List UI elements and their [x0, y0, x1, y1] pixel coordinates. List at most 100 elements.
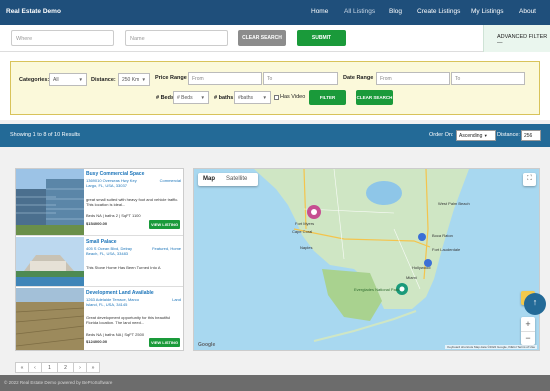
results-distance-label: Distance: [497, 132, 520, 138]
listing-type: Land [172, 297, 181, 302]
listing-title[interactable]: Small Palace [86, 239, 117, 245]
name-input[interactable]: Name [125, 30, 228, 46]
pager-page-1[interactable]: 1 [41, 362, 58, 373]
listing-photo[interactable] [16, 169, 84, 236]
listing-specs: Beds NA | baths NA | SqFT 2500 [86, 332, 145, 337]
listing-address: 1369010 Overseas Hwy Key Largo, FL, USA,… [86, 178, 137, 188]
beds-label: # Beds [156, 95, 175, 101]
pager-next[interactable]: › [73, 362, 87, 373]
map-label-fort-lauderdale: Fort Lauderdale [432, 247, 461, 252]
zoom-out-button[interactable]: − [521, 331, 535, 345]
price-from-input[interactable]: From [188, 72, 262, 85]
pager-page-2[interactable]: 2 [57, 362, 74, 373]
nav-blog[interactable]: Blog [389, 8, 402, 15]
listing-photo[interactable] [16, 237, 84, 287]
distance-select[interactable]: 250 Km ▼ [118, 73, 150, 86]
filter-button[interactable]: FILTER [309, 90, 346, 105]
chevron-down-icon: ▼ [200, 95, 205, 100]
listing-specs: Beds NA | baths 2 | SqFT 1100 [86, 213, 141, 218]
has-video-checkbox[interactable] [274, 95, 279, 100]
results-distance-select[interactable]: 256 [521, 130, 541, 141]
top-navbar: Real Estate Demo Home All Listings Blog … [0, 0, 550, 25]
order-label: Order On: [429, 132, 454, 138]
nav-home[interactable]: Home [311, 8, 328, 15]
chevron-down-icon: ▼ [483, 133, 488, 138]
advanced-filter-panel: Categories: All ▼ Distance: 250 Km ▼ Price… [0, 52, 550, 120]
chevron-down-icon: ▼ [78, 77, 83, 82]
map-label-miami: Miami [406, 275, 417, 280]
clear-search-button[interactable]: CLEAR SEARCH [238, 30, 286, 46]
nav-all-listings[interactable]: All Listings [344, 8, 375, 15]
date-range-label: Date Range [343, 75, 374, 81]
tab-satellite[interactable]: Satellite [226, 176, 247, 182]
where-input[interactable]: Where [11, 30, 114, 46]
has-video-label: Has Video [280, 94, 306, 100]
submit-button[interactable]: SUBMIT [297, 30, 346, 46]
map-panel[interactable]: Map Satellite ⛶ Fort Myers Cape Coral We… [193, 168, 540, 351]
map-attribution[interactable]: Keyboard shortcuts Map data ©2022 Google… [445, 345, 537, 349]
zoom-in-button[interactable]: + [521, 317, 535, 331]
order-select[interactable]: Ascending ▼ [456, 130, 496, 141]
footer: © 2022 Real Estate Demo powered by BePro… [0, 375, 550, 391]
search-bar: Where Name CLEAR SEARCH SUBMIT [0, 25, 550, 52]
listings-panel: Busy Commercial Space 1369010 Overseas H… [15, 168, 184, 351]
tab-map[interactable]: Map [203, 176, 215, 182]
baths-label: # baths [214, 95, 234, 101]
listing-title[interactable]: Development Land Available [86, 290, 154, 296]
pager-last[interactable]: » [86, 362, 100, 373]
map-type-control: Map Satellite [198, 173, 258, 186]
distance-label: Distance: [91, 77, 116, 83]
chevron-down-icon: ▼ [141, 77, 146, 82]
listing-price: $154000.00 [86, 221, 108, 226]
listing-type: Commercial [159, 178, 181, 183]
listing-address: 405 S Ocean Blvd, Delray Beach, FL, USA,… [86, 246, 133, 256]
results-summary: Showing 1 to 8 of 10 Results [10, 132, 81, 138]
listing-card[interactable]: Development Land Available 1263 Adelaide… [16, 288, 183, 351]
listing-photo[interactable] [16, 288, 84, 351]
beds-select[interactable]: # Beds ▼ [173, 91, 209, 104]
nav-my-listings[interactable]: My Listings [471, 8, 504, 15]
categories-select[interactable]: All ▼ [49, 73, 87, 86]
map-label-cape-coral: Cape Coral [292, 229, 313, 234]
listing-description: This Stone Home Has Been Turned Into A [86, 265, 161, 270]
listing-address: 1263 Adelaide Terrace, Marco Island, FL,… [86, 297, 140, 307]
google-logo: Google [198, 342, 216, 348]
brand-logo[interactable]: Real Estate Demo [6, 8, 61, 15]
footer-copyright: © 2022 Real Estate Demo powered by BePro… [4, 380, 113, 385]
price-range-label: Price Range [155, 75, 187, 81]
view-listing-button[interactable]: VIEW LISTING [149, 220, 180, 229]
map-label-boca-raton: Boca Raton [432, 233, 453, 238]
date-from-input[interactable]: From [376, 72, 450, 85]
filter-box: Categories: All ▼ Distance: 250 Km ▼ Price… [10, 61, 540, 115]
map-label-naples: Naples [300, 245, 313, 250]
listing-card[interactable]: Small Palace 405 S Ocean Blvd, Delray Be… [16, 237, 183, 287]
listing-type: Featured, Home [152, 246, 181, 251]
listing-card[interactable]: Busy Commercial Space 1369010 Overseas H… [16, 169, 183, 236]
listing-title[interactable]: Busy Commercial Space [86, 171, 144, 177]
map-label-hollywood: Hollywood [412, 265, 431, 270]
date-to-input[interactable]: To [451, 72, 525, 85]
price-to-input[interactable]: To [263, 72, 338, 85]
map-label-fort-myers: Fort Myers [295, 221, 315, 226]
results-bar: Showing 1 to 8 of 10 Results Order On: A… [0, 124, 550, 147]
zoom-control: + − [521, 317, 535, 345]
scroll-to-top-button[interactable]: ↑ [524, 293, 546, 315]
listing-description: great small suited with heavy foot and v… [86, 197, 179, 207]
nav-about[interactable]: About [519, 8, 536, 15]
filter-clear-search-button[interactable]: CLEAR SEARCH [356, 90, 393, 105]
pager-previous[interactable]: ‹ [28, 362, 42, 373]
view-listing-button[interactable]: VIEW LISTING [149, 338, 180, 347]
advanced-filter-toggle[interactable]: ADVANCED FILTER — [483, 25, 550, 52]
map-label-everglades: Everglades National Park [354, 287, 400, 292]
map-canvas[interactable] [194, 169, 540, 351]
chevron-down-icon: ▼ [262, 95, 267, 100]
baths-select[interactable]: #baths ▼ [234, 91, 271, 104]
nav-create-listings[interactable]: Create Listings [417, 8, 460, 15]
map-label-west-palm-beach: West Palm Beach [438, 201, 470, 206]
pager-prev[interactable]: « [15, 362, 29, 373]
categories-label: Categories: [19, 77, 50, 83]
pagination: « ‹ 1 2 › » [15, 362, 100, 373]
arrow-up-icon: ↑ [532, 297, 538, 307]
fullscreen-icon[interactable]: ⛶ [523, 173, 536, 186]
listing-price: $124000.00 [86, 339, 108, 344]
